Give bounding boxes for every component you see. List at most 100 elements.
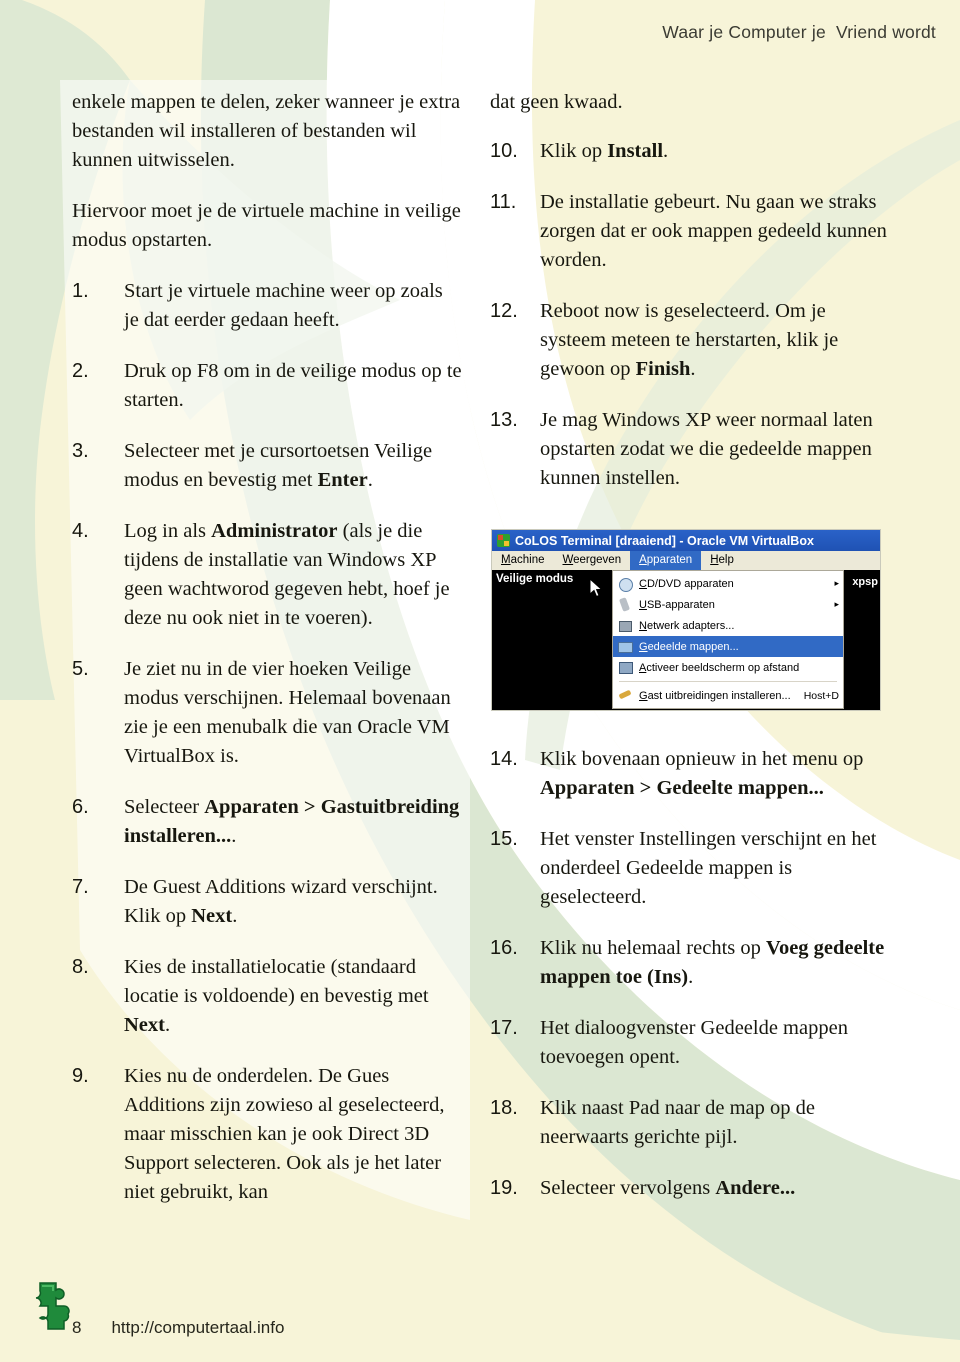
step-item-2: 2. Druk op F8 om in de veilige modus op t… [72, 357, 462, 415]
step-item-9: 9. Kies nu de onderdelen. De Gues Additio… [72, 1062, 462, 1207]
step-text: De Guest Additions wizard verschijnt. Kl… [124, 876, 438, 927]
step-item-3: 16. Klik nu helemaal rechts op Voeg gedee… [490, 934, 890, 992]
step-text: Kies nu de onderdelen. De Gues Additions… [124, 1065, 445, 1203]
vbox-menu-weergeven[interactable]: Weergeven [553, 551, 630, 570]
menu-item-label: Activeer beeldscherm op afstand [639, 661, 800, 674]
right-step-list-bottom: 14. Klik bovenaan opnieuw in het menu op … [490, 745, 890, 1203]
step-item-7: 7. De Guest Additions wizard verschijnt. … [72, 873, 462, 931]
menu-item-label: Gedeelde mappen... [639, 640, 739, 653]
step-number: 17. [490, 1017, 518, 1039]
step-number: 14. [490, 748, 518, 770]
page-header-title: Waar je Computer je Vriend wordt [662, 22, 936, 42]
left-step-list: 1. Start je virtuele machine weer op zoal… [72, 277, 462, 1207]
remote-display-icon [617, 661, 633, 675]
step-number: 16. [490, 937, 518, 959]
step-text: Klik op Install. [540, 140, 669, 162]
step-number: 19. [490, 1177, 518, 1199]
virtualbox-menu-bar: Machine Weergeven Apparaten Help [492, 551, 880, 570]
step-number: 8. [72, 956, 89, 978]
step-number: 12. [490, 300, 518, 322]
menu-item-label: Gast uitbreidingen installeren... [639, 689, 791, 702]
submenu-arrow-icon: ▸ [834, 599, 839, 609]
computertaal-puzzle-logo [18, 1277, 80, 1344]
menu-item-netwerk-adapters[interactable]: Netwerk adapters... [613, 615, 843, 636]
step-item-3: 12. Reboot now is geselecteerd. Om je sys… [490, 297, 890, 384]
step-number: 11. [490, 191, 517, 213]
menu-item-label: Netwerk adapters... [639, 619, 735, 632]
menu-item-activeer-beeldscherm-op-afstand[interactable]: Activeer beeldscherm op afstand [613, 657, 843, 678]
step-text: Selecteer met je cursortoetsen Veilige m… [124, 440, 433, 491]
apparaten-dropdown-menu: CD/DVD apparaten ▸ USB-apparaten ▸ Netwerk a… [612, 570, 844, 709]
step-text: De installatie gebeurt. Nu gaan we strak… [540, 191, 887, 271]
step-number: 18. [490, 1097, 518, 1119]
step-number: 9. [72, 1065, 89, 1087]
step-text: Je ziet nu in de vier hoeken Veilige mod… [124, 658, 451, 767]
step-item-2: 15. Het venster Instellingen verschijnt e… [490, 825, 890, 912]
right-step-list-top: 10. Klik op Install. 11. De installatie geb… [490, 137, 890, 493]
continuation-paragraph: dat geen kwaad. [490, 91, 623, 113]
step-text: Het venster Instellingen verschijnt en h… [540, 828, 877, 908]
step-number: 1. [72, 280, 89, 302]
menu-item-usb-apparaten[interactable]: USB-apparaten ▸ [613, 594, 843, 615]
left-column: enkele mappen te delen, zeker wanneer je… [72, 88, 462, 1229]
menu-item-cd-dvd-apparaten[interactable]: CD/DVD apparaten ▸ [613, 573, 843, 594]
menu-item-gast-uitbreidingen-installeren[interactable]: Gast uitbreidingen installeren... Host+D [613, 685, 843, 706]
menu-item-shortcut: Host+D [803, 689, 839, 702]
step-number: 6. [72, 796, 89, 818]
menu-item-label: CD/DVD apparaten [639, 577, 734, 590]
step-number: 10. [490, 140, 518, 162]
step-item-6: 19. Selecteer vervolgens Andere... [490, 1174, 890, 1203]
cd-icon [617, 577, 633, 592]
right-column: dat geen kwaad. 10. Klik op Install. 11. De… [490, 88, 890, 515]
step-number: 5. [72, 658, 89, 680]
step-item-4: 4. Log in als Administrator (als je die t… [72, 517, 462, 633]
step-item-3: 3. Selecteer met je cursortoetsen Veilige… [72, 437, 462, 495]
usb-icon [617, 598, 633, 612]
virtualbox-app-icon [497, 534, 510, 547]
step-text: Selecteer Apparaten > Gastuitbreiding in… [124, 796, 460, 847]
step-text: Start je virtuele machine weer op zoals … [124, 280, 443, 331]
step-text: Reboot now is geselecteerd. Om je systee… [540, 300, 839, 380]
step-item-1: 10. Klik op Install. [490, 137, 890, 166]
step-text: Klik nu helemaal rechts op Voeg gedeelte… [540, 937, 885, 988]
step-number: 15. [490, 828, 518, 850]
submenu-arrow-icon: ▸ [834, 578, 839, 588]
step-item-5: 5. Je ziet nu in de vier hoeken Veilige m… [72, 655, 462, 771]
virtualbox-guest-screen: Veilige modus xpsp CD/DVD apparaten ▸ USB-… [492, 570, 880, 710]
vm-right-edge-label: xpsp [852, 576, 878, 588]
step-item-5: 18. Klik naast Pad naar de map op de neer… [490, 1094, 890, 1152]
menu-separator [619, 681, 837, 682]
step-text: Klik naast Pad naar de map op de neerwaa… [540, 1097, 815, 1148]
step-item-4: 17. Het dialoogvenster Gedeelde mappen to… [490, 1014, 890, 1072]
network-icon [617, 619, 633, 633]
step-item-6: 6. Selecteer Apparaten > Gastuitbreiding … [72, 793, 462, 851]
step-text: Klik bovenaan opnieuw in het menu op App… [540, 748, 864, 799]
guest-additions-icon [617, 689, 633, 703]
step-number: 3. [72, 440, 89, 462]
virtualbox-window-title: CoLOS Terminal [draaiend] - Oracle VM Vi… [515, 533, 814, 548]
step-number: 7. [72, 876, 89, 898]
step-text: Je mag Windows XP weer normaal laten ops… [540, 409, 873, 489]
menu-item-gedeelde-mappen[interactable]: Gedeelde mappen... [613, 636, 843, 657]
virtualbox-screenshot-image: CoLOS Terminal [draaiend] - Oracle VM Vi… [492, 530, 880, 710]
menu-item-label: USB-apparaten [639, 598, 715, 611]
vbox-menu-machine[interactable]: Machine [492, 551, 553, 570]
virtualbox-title-bar: CoLOS Terminal [draaiend] - Oracle VM Vi… [492, 530, 880, 551]
step-item-2: 11. De installatie gebeurt. Nu gaan we st… [490, 188, 890, 275]
page-number: 8 [72, 1318, 82, 1337]
footer-url[interactable]: http://computertaal.info [111, 1318, 284, 1338]
step-text: Log in als Administrator (als je die tij… [124, 520, 450, 629]
step-item-8: 8. Kies de installatielocatie (standaard … [72, 953, 462, 1040]
step-number: 4. [72, 520, 89, 542]
vbox-menu-apparaten[interactable]: Apparaten [630, 551, 702, 570]
vbox-menu-help[interactable]: Help [701, 551, 743, 570]
step-item-4: 13. Je mag Windows XP weer normaal laten … [490, 406, 890, 493]
step-text: Druk op F8 om in de veilige modus op te … [124, 360, 462, 411]
step-text: Selecteer vervolgens Andere... [540, 1177, 796, 1199]
step-text: Het dialoogvenster Gedeelde mappen toevo… [540, 1017, 848, 1068]
step-number: 13. [490, 409, 518, 431]
step-item-1: 1. Start je virtuele machine weer op zoal… [72, 277, 462, 335]
step-text: Kies de installatielocatie (standaard lo… [124, 956, 429, 1036]
step-number: 2. [72, 360, 89, 382]
right-column-lower: 14. Klik bovenaan opnieuw in het menu op … [490, 745, 890, 1225]
